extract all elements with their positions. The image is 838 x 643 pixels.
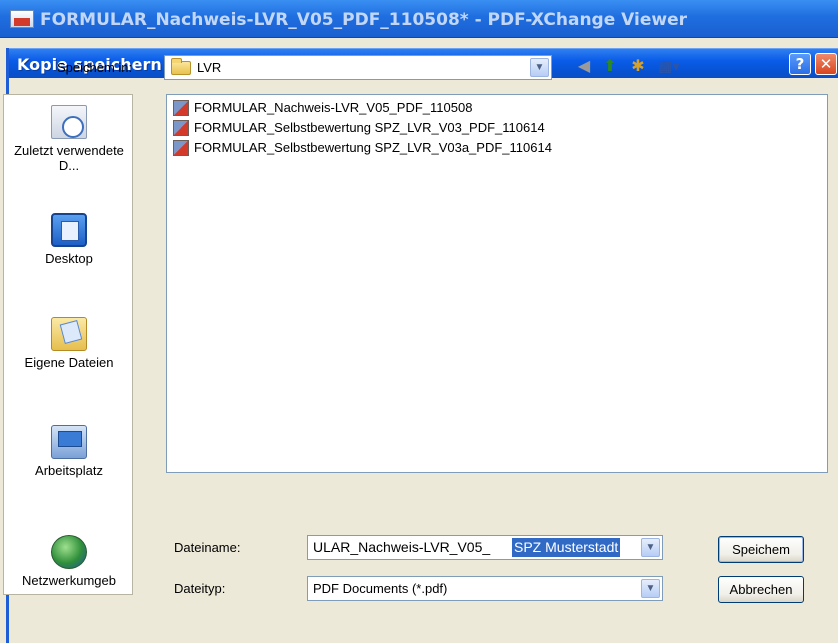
place-label: Zuletzt verwendete D... <box>14 143 124 173</box>
up-folder-icon[interactable]: ⬆ <box>598 55 622 79</box>
place-my-computer[interactable]: Arbeitsplatz <box>4 425 132 478</box>
close-button[interactable]: ✕ <box>815 53 837 75</box>
chevron-down-icon[interactable]: ▼ <box>641 579 660 598</box>
place-desktop[interactable]: Desktop <box>4 213 132 266</box>
folder-icon <box>171 58 191 75</box>
pdf-file-icon <box>173 120 189 136</box>
place-label: Desktop <box>45 251 93 266</box>
filename-text: ULAR_Nachweis-LVR_V05_ <box>313 539 491 555</box>
file-name: FORMULAR_Selbstbewertung SPZ_LVR_V03_PDF… <box>194 120 545 135</box>
place-my-documents[interactable]: Eigene Dateien <box>4 317 132 370</box>
place-label: Eigene Dateien <box>24 355 114 370</box>
chevron-down-icon[interactable]: ▼ <box>641 538 660 557</box>
filename-selected-text: SPZ Musterstadt <box>512 538 621 557</box>
my-computer-icon <box>51 425 87 459</box>
app-titlebar: FORMULAR_Nachweis-LVR_V05_PDF_110508* - … <box>0 0 838 38</box>
back-arrow-icon[interactable]: ◀ <box>572 55 596 79</box>
filename-input[interactable]: ULAR_Nachweis-LVR_V05_ SPZ Musterstadt ▼ <box>307 535 663 560</box>
cancel-button[interactable]: Abbrechen <box>718 576 804 603</box>
network-places-icon <box>51 535 87 569</box>
pdf-xchange-app-icon <box>10 10 34 28</box>
filename-label: Dateiname: <box>174 540 241 555</box>
place-recent-documents[interactable]: Zuletzt verwendete D... <box>4 105 132 173</box>
save-in-label: Speichem in: <box>57 60 133 75</box>
pdf-file-icon <box>173 100 189 116</box>
save-in-dropdown[interactable]: LVR ▼ <box>164 55 552 80</box>
view-menu-icon[interactable]: ▦▾ <box>652 55 686 79</box>
filetype-value: PDF Documents (*.pdf) <box>313 581 448 596</box>
save-button[interactable]: Speichem <box>718 536 804 563</box>
pdf-file-icon <box>173 140 189 156</box>
place-label: Netzwerkumgeb <box>22 573 116 588</box>
help-button[interactable]: ? <box>789 53 811 75</box>
place-label: Arbeitsplatz <box>35 463 103 478</box>
places-bar: Zuletzt verwendete D... Desktop Eigene D… <box>3 94 133 595</box>
desktop-icon <box>51 213 87 247</box>
file-name: FORMULAR_Nachweis-LVR_V05_PDF_110508 <box>194 100 473 115</box>
filetype-label: Dateityp: <box>174 581 226 596</box>
my-documents-icon <box>51 317 87 351</box>
save-in-value: LVR <box>197 60 222 75</box>
file-list[interactable]: FORMULAR_Nachweis-LVR_V05_PDF_110508 FOR… <box>166 94 828 473</box>
place-network[interactable]: Netzwerkumgeb <box>4 535 132 588</box>
app-title: FORMULAR_Nachweis-LVR_V05_PDF_110508* - … <box>40 10 687 30</box>
recent-documents-icon <box>51 105 87 139</box>
filetype-dropdown[interactable]: PDF Documents (*.pdf) ▼ <box>307 576 663 601</box>
new-folder-icon[interactable]: ✱ <box>626 55 650 79</box>
chevron-down-icon[interactable]: ▼ <box>530 58 549 77</box>
file-name: FORMULAR_Selbstbewertung SPZ_LVR_V03a_PD… <box>194 140 552 155</box>
